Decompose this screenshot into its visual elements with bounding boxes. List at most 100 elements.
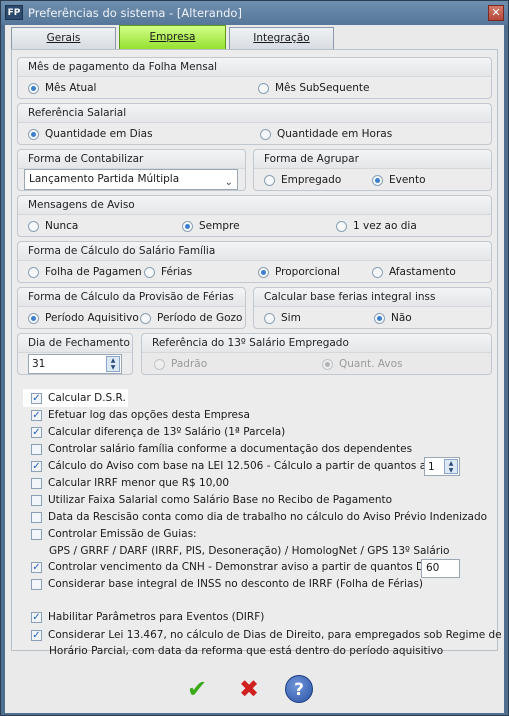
group-title: Calcular base ferias integral inss <box>254 288 491 307</box>
radio-sim[interactable]: Sim <box>264 312 301 324</box>
check-faixa-salarial[interactable]: Utilizar Faixa Salarial como Salário Bas… <box>31 494 392 506</box>
radio-label: Empregado <box>281 174 342 186</box>
spinner-arrows-icon[interactable]: ▲ ▼ <box>444 459 458 474</box>
radio-label: Período Aquisitivo <box>45 312 139 324</box>
check-base-integral-inss[interactable]: Considerar base integral de INSS no desc… <box>31 578 423 590</box>
aviso-anos-spinner[interactable]: 1 ▲ ▼ <box>424 457 460 476</box>
radio-afastamento[interactable]: Afastamento <box>372 266 456 278</box>
check-calcular-dsr[interactable]: ✓ Calcular D.S.R. <box>31 392 126 404</box>
help-button[interactable]: ? <box>285 675 313 703</box>
lei-13467-continued: Horário Parcial, com data da reforma que… <box>49 645 444 657</box>
radio-label: Evento <box>389 174 426 186</box>
radio-label: Quant. Avos <box>339 358 403 370</box>
group-title: Mês de pagamento da Folha Mensal <box>18 58 491 77</box>
radio-uma-vez-ao-dia[interactable]: 1 vez ao dia <box>336 220 417 232</box>
check-label: Controlar salário família conforme a doc… <box>48 443 413 455</box>
check-vencimento-cnh[interactable]: ✓ Controlar vencimento da CNH - Demonstra… <box>31 561 442 573</box>
check-parametros-dirf[interactable]: ✓ Habilitar Parâmetros para Eventos (DIRF… <box>31 611 264 623</box>
tab-gerais[interactable]: Gerais <box>11 27 116 49</box>
radio-label: Proporcional <box>275 266 340 278</box>
radio-proporcional[interactable]: Proporcional <box>258 266 340 278</box>
radio-folha-pagamento[interactable]: Folha de Pagamento <box>28 266 141 278</box>
cancel-button[interactable]: ✖ <box>233 673 265 705</box>
radio-label: Sempre <box>199 220 240 232</box>
radio-label: Folha de Pagamento <box>45 266 141 278</box>
radio-periodo-gozo[interactable]: Período de Gozo <box>140 312 242 324</box>
checkbox-checked: ✓ <box>31 426 42 438</box>
group-title: Forma de Agrupar <box>254 150 491 169</box>
checkbox-checked: ✓ <box>31 460 42 472</box>
select-value: Lançamento Partida Múltipla <box>29 173 180 185</box>
radio-dot <box>28 220 39 232</box>
radio-mes-subsequente[interactable]: Mês SubSequente <box>258 82 369 94</box>
radio-dot <box>182 220 193 232</box>
check-label: Data da Rescisão conta como dia de traba… <box>48 511 488 523</box>
tab-integracao-label: Integração <box>253 32 310 44</box>
dia-fechamento-spinner[interactable]: 31 ▲ ▼ <box>28 354 122 374</box>
radio-label: Nunca <box>45 220 79 232</box>
radio-ferias[interactable]: Férias <box>144 266 192 278</box>
radio-dot <box>144 266 155 278</box>
radio-sempre[interactable]: Sempre <box>182 220 240 232</box>
radio-nao[interactable]: Não <box>374 312 412 324</box>
radio-dot <box>264 312 275 324</box>
cnh-dias-input[interactable]: 60 <box>421 559 460 578</box>
group-provisao-ferias: Forma de Cálculo da Provisão de Férias P… <box>17 287 246 329</box>
group-title: Dia de Fechamento <box>18 334 132 353</box>
group-mes-pagamento: Mês de pagamento da Folha Mensal Mês Atu… <box>17 57 492 99</box>
group-title: Mensagens de Aviso <box>18 196 491 215</box>
checkbox-checked: ✓ <box>31 561 42 573</box>
radio-mes-atual[interactable]: Mês Atual <box>28 82 96 94</box>
check-lei-13467[interactable]: ✓ Considerar Lei 13.467, no cálculo de Di… <box>31 629 502 641</box>
radio-quant-avos[interactable]: Quant. Avos <box>322 358 402 370</box>
check-label: Efetuar log das opções desta Empresa <box>48 409 250 421</box>
radio-dot <box>260 128 271 140</box>
group-dia-fechamento: Dia de Fechamento 31 ▲ ▼ <box>17 333 133 375</box>
group-referencia-salarial: Referência Salarial Quantidade em Dias Q… <box>17 103 492 145</box>
checkbox-unchecked <box>31 494 42 506</box>
preferences-window: FP Preferências do sistema - [Alterando]… <box>0 0 509 716</box>
radio-empregado[interactable]: Empregado <box>264 174 341 186</box>
radio-label: Mês SubSequente <box>275 82 370 94</box>
check-diferenca-13[interactable]: ✓ Calcular diferença de 13º Salário (1ª P… <box>31 426 285 438</box>
spinner-arrows-icon[interactable]: ▲ ▼ <box>106 356 120 372</box>
group-referencia-13: Referência do 13º Salário Empregado Padr… <box>141 333 492 375</box>
check-emissao-guias[interactable]: Controlar Emissão de Guias: <box>31 528 197 540</box>
radio-quantidade-horas[interactable]: Quantidade em Horas <box>260 128 392 140</box>
app-icon: FP <box>5 5 23 20</box>
radio-dot <box>28 312 39 324</box>
check-log-opcoes[interactable]: ✓ Efetuar log das opções desta Empresa <box>31 409 250 421</box>
radio-dot <box>322 358 333 370</box>
guias-description: GPS / GRRF / DARF (IRRF, PIS, Desoneraçã… <box>49 545 450 557</box>
check-salario-familia-docs[interactable]: Controlar salário família conforme a doc… <box>31 443 412 455</box>
radio-nunca[interactable]: Nunca <box>28 220 78 232</box>
tab-gerais-label: Gerais <box>46 32 81 44</box>
radio-dot <box>154 358 165 370</box>
check-label: Controlar vencimento da CNH - Demonstrar… <box>48 561 443 573</box>
check-aviso-lei-12506[interactable]: ✓ Cálculo do Aviso com base na LEI 12.506… <box>31 460 445 472</box>
check-irrf-menor-10[interactable]: Calcular IRRF menor que R$ 10,00 <box>31 477 229 489</box>
group-forma-agrupar: Forma de Agrupar Empregado Evento <box>253 149 492 191</box>
tab-integracao[interactable]: Integração <box>229 27 334 49</box>
title-bar[interactable]: FP Preferências do sistema - [Alterando]… <box>1 1 508 25</box>
contabilizar-select[interactable]: Lançamento Partida Múltipla ⌄ <box>24 169 238 190</box>
check-label: Calcular diferença de 13º Salário (1ª Pa… <box>48 426 286 438</box>
radio-dot <box>28 82 39 94</box>
check-label: Habilitar Parâmetros para Eventos (DIRF) <box>48 611 265 623</box>
radio-quantidade-dias[interactable]: Quantidade em Dias <box>28 128 153 140</box>
radio-dot <box>264 174 275 186</box>
checkbox-unchecked <box>31 443 42 455</box>
group-title: Forma de Cálculo do Salário Família <box>18 242 491 261</box>
group-title: Referência do 13º Salário Empregado <box>142 334 491 353</box>
check-data-rescisao[interactable]: Data da Rescisão conta como dia de traba… <box>31 511 487 523</box>
chevron-down-icon: ⌄ <box>224 177 233 188</box>
tab-empresa[interactable]: Empresa <box>119 25 226 49</box>
radio-dot <box>140 312 151 324</box>
radio-dot <box>372 266 383 278</box>
radio-label: Padrão <box>171 358 208 370</box>
radio-periodo-aquisitivo[interactable]: Período Aquisitivo <box>28 312 139 324</box>
confirm-button[interactable]: ✔ <box>181 673 213 705</box>
radio-evento[interactable]: Evento <box>372 174 426 186</box>
close-button[interactable]: ✕ <box>488 5 504 21</box>
radio-padrao[interactable]: Padrão <box>154 358 207 370</box>
